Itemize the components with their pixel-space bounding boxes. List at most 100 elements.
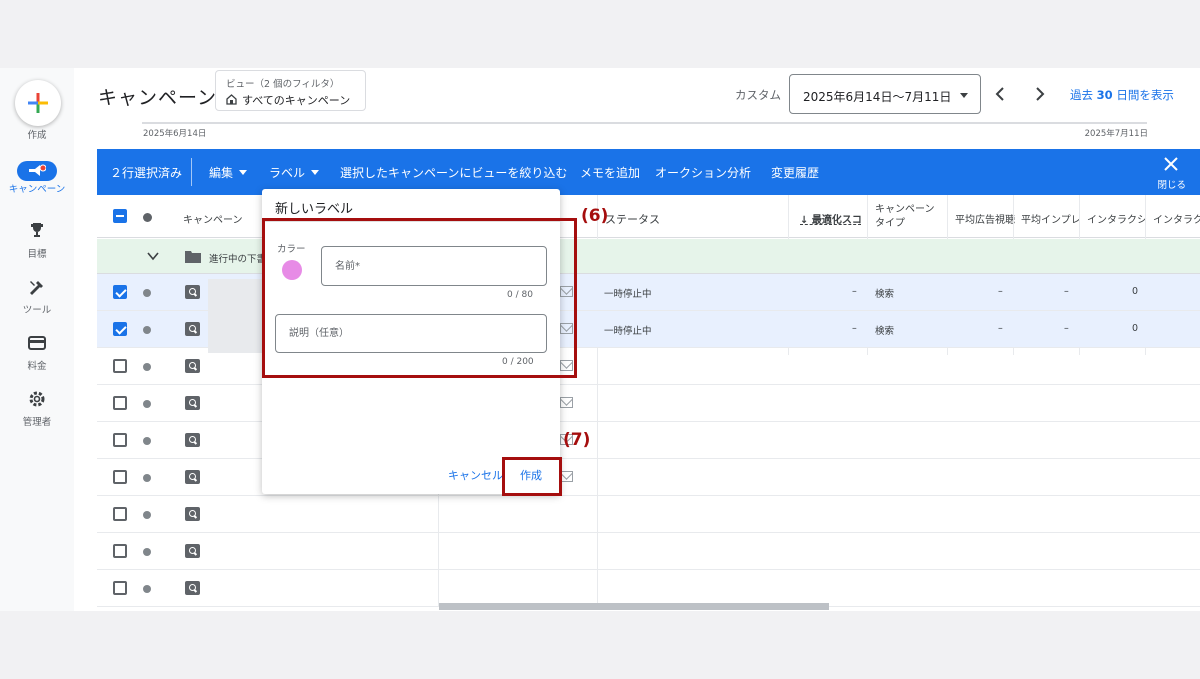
search-campaign-icon xyxy=(185,433,200,447)
folder-icon xyxy=(185,251,201,263)
chevron-left-icon[interactable] xyxy=(990,84,1010,104)
chevron-right-icon[interactable] xyxy=(1030,84,1050,104)
gear-icon[interactable] xyxy=(0,390,74,413)
row-status: 一時停止中 xyxy=(604,289,652,300)
status-dot xyxy=(143,289,151,297)
nav-billing-label[interactable]: 料金 xyxy=(0,358,74,372)
select-all-checkbox[interactable] xyxy=(113,209,127,223)
annotation-label-6: (6) xyxy=(581,206,609,226)
search-campaign-icon xyxy=(185,359,200,373)
col-opt-score[interactable]: ↓ 最適化スコ xyxy=(800,211,864,226)
page-title: キャンペーン xyxy=(98,87,218,109)
status-dot xyxy=(143,400,151,408)
horizontal-scrollbar[interactable] xyxy=(439,603,829,610)
col-campaign-type[interactable]: キャンペーン タイプ xyxy=(875,203,935,231)
view-name: すべてのキャンペーン xyxy=(226,92,350,108)
view-selector[interactable]: ビュー（2 個のフィルタ） すべてのキャンペーン xyxy=(215,70,366,111)
row-checkbox[interactable] xyxy=(113,285,127,299)
col-avg-impr[interactable]: 平均インプレ xyxy=(1021,211,1081,226)
row-avg-view: – xyxy=(998,323,1003,334)
table-row[interactable] xyxy=(97,570,1200,607)
screenshot-frame: 作成 キャンペーン 目標 ツール 料金 管理者 キャンペーン ビュー（2 個のフ… xyxy=(0,0,1200,679)
caret-down-icon xyxy=(311,170,320,175)
row-checkbox[interactable] xyxy=(113,507,127,521)
status-dot xyxy=(143,363,151,371)
close-label[interactable]: 閉じる xyxy=(1157,177,1186,191)
annotation-box-7 xyxy=(502,457,562,496)
change-history-button[interactable]: 変更履歴 xyxy=(771,164,819,181)
col-interaction-2[interactable]: インタラクシ xyxy=(1153,211,1200,226)
create-button[interactable] xyxy=(15,80,61,126)
search-campaign-icon xyxy=(185,470,200,484)
status-dot xyxy=(143,326,151,334)
row-opt-score: – xyxy=(852,286,857,297)
dialog-title: 新しいラベル xyxy=(275,202,354,217)
search-campaign-icon xyxy=(185,544,200,558)
timeline-start: 2025年6月14日 xyxy=(143,129,207,139)
search-campaign-icon xyxy=(185,322,200,336)
col-avg-view[interactable]: 平均広告視聴 xyxy=(955,211,1015,226)
row-status: 一時停止中 xyxy=(604,326,652,337)
row-type: 検索 xyxy=(875,289,895,300)
view-name-text: すべてのキャンペーン xyxy=(242,94,351,107)
nav-goals-label[interactable]: 目標 xyxy=(0,246,74,260)
col-interaction-1[interactable]: インタラクシ xyxy=(1087,211,1147,226)
home-icon xyxy=(226,94,237,105)
annotation-box-6 xyxy=(262,218,577,378)
edit-menu[interactable]: 編集 xyxy=(209,164,248,181)
col-status[interactable]: ステータス xyxy=(605,211,660,227)
row-checkbox[interactable] xyxy=(113,359,127,373)
nav-admin-label[interactable]: 管理者 xyxy=(0,414,74,428)
nav-tools-label[interactable]: ツール xyxy=(0,302,74,316)
mail-icon xyxy=(560,397,573,408)
row-avg-impr: – xyxy=(1064,323,1069,334)
add-memo-button[interactable]: メモを追加 xyxy=(580,164,640,181)
date-range-picker[interactable]: 2025年6月14日〜7月11日 xyxy=(789,74,981,114)
row-checkbox[interactable] xyxy=(113,322,127,336)
table-row[interactable] xyxy=(97,533,1200,570)
plus-icon xyxy=(28,93,48,113)
annotation-label-7: (7) xyxy=(563,430,591,450)
credit-card-icon[interactable] xyxy=(0,335,74,356)
row-avg-view: – xyxy=(998,286,1003,297)
campaign-name-placeholder xyxy=(208,279,264,353)
tools-icon[interactable] xyxy=(0,278,74,301)
close-icon[interactable] xyxy=(1164,157,1178,171)
timeline: 2025年6月14日 2025年7月11日 xyxy=(97,122,1200,148)
trophy-icon[interactable] xyxy=(0,221,74,244)
row-interactions: 0 xyxy=(1132,286,1139,297)
label-menu[interactable]: ラベル xyxy=(269,164,320,181)
chevron-down-icon[interactable] xyxy=(147,250,159,262)
status-dot xyxy=(143,548,151,556)
row-checkbox[interactable] xyxy=(113,544,127,558)
date-custom-label: カスタム xyxy=(735,88,781,102)
status-dot xyxy=(143,474,151,482)
show-past-30-days-link[interactable]: 過去 30 日間を表示 xyxy=(1070,87,1174,103)
status-dot-header xyxy=(143,213,152,222)
cancel-button[interactable]: キャンセル xyxy=(448,467,503,483)
search-campaign-icon xyxy=(185,581,200,595)
table-row[interactable] xyxy=(97,496,1200,533)
nav-campaigns-label[interactable]: キャンペーン xyxy=(0,184,74,195)
view-filter-count: ビュー（2 個のフィルタ） xyxy=(226,79,340,90)
row-type: 検索 xyxy=(875,326,895,337)
row-avg-impr: – xyxy=(1064,286,1069,297)
col-campaign[interactable]: キャンペーン xyxy=(183,211,243,226)
filter-view-button[interactable]: 選択したキャンペーンにビューを絞り込む xyxy=(340,164,567,181)
caret-down-icon xyxy=(239,170,248,175)
selected-count: ２行選択済み xyxy=(110,166,183,180)
status-dot xyxy=(143,585,151,593)
row-opt-score: – xyxy=(852,323,857,334)
row-checkbox[interactable] xyxy=(113,396,127,410)
nav-campaigns[interactable] xyxy=(17,161,57,181)
action-divider xyxy=(191,158,192,186)
search-campaign-icon xyxy=(185,507,200,521)
status-dot xyxy=(143,511,151,519)
row-checkbox[interactable] xyxy=(113,433,127,447)
timeline-end: 2025年7月11日 xyxy=(1084,129,1148,139)
caret-down-icon xyxy=(960,93,968,98)
row-checkbox[interactable] xyxy=(113,581,127,595)
row-checkbox[interactable] xyxy=(113,470,127,484)
row-interactions: 0 xyxy=(1132,323,1139,334)
auction-insights-button[interactable]: オークション分析 xyxy=(655,164,751,181)
